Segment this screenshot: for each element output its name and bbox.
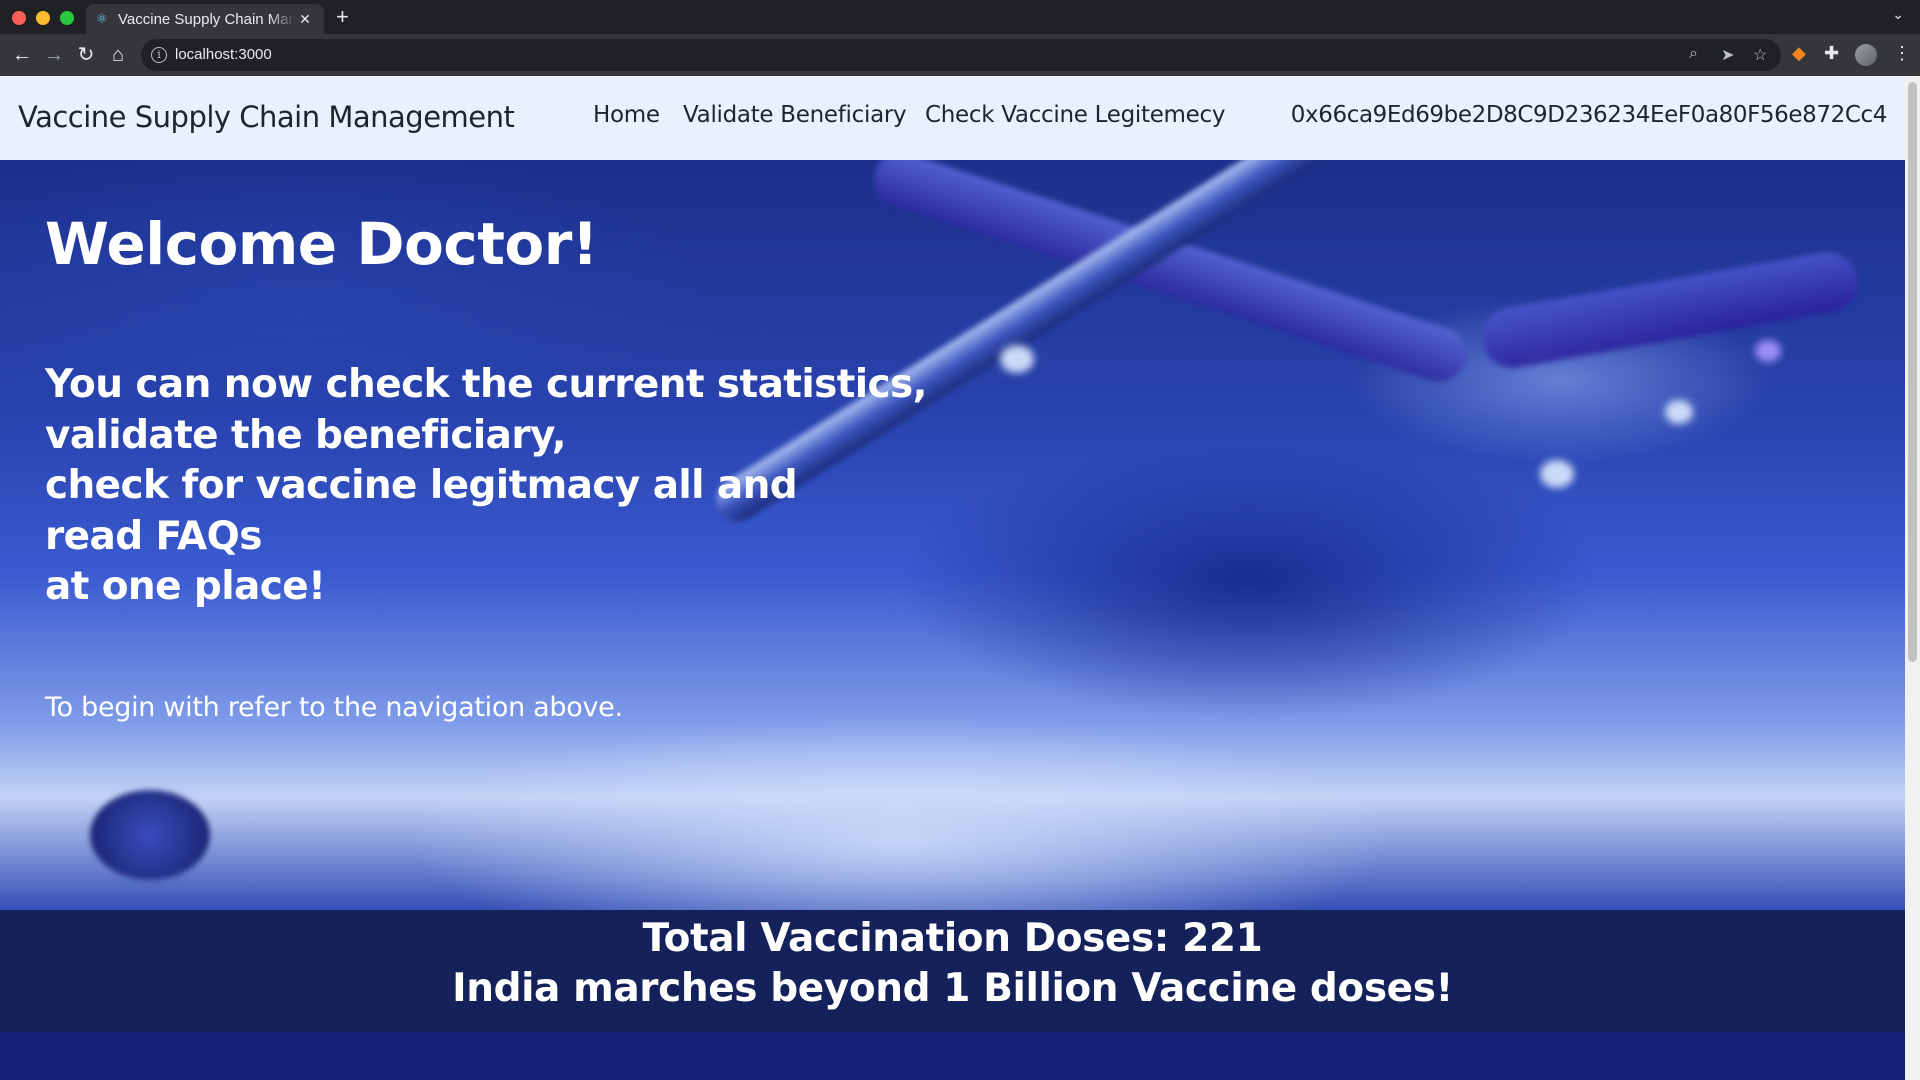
hero-instruction: To begin with refer to the navigation ab… <box>45 692 623 723</box>
home-icon[interactable]: ⌂ <box>106 44 130 66</box>
stats-banner: Total Vaccination Doses: 221 India march… <box>0 910 1905 1032</box>
more-menu-icon[interactable]: ⋮ <box>1893 42 1911 64</box>
send-icon[interactable]: ➤ <box>1721 45 1734 65</box>
lead-line: validate the beneficiary, <box>45 412 567 458</box>
react-icon: ⚛ <box>96 11 108 26</box>
new-tab-button[interactable]: + <box>336 4 349 30</box>
zoom-icon[interactable]: ⌕ <box>1689 45 1698 63</box>
close-window-button[interactable] <box>12 11 26 25</box>
profile-avatar-icon[interactable] <box>1855 44 1877 66</box>
minimize-window-button[interactable] <box>36 11 50 25</box>
stethoscope-chestpiece-image <box>90 790 210 880</box>
app-navbar: Vaccine Supply Chain Management Home Val… <box>0 76 1905 160</box>
url-text[interactable]: localhost:3000 <box>175 46 272 63</box>
lead-line: at one place! <box>45 564 326 609</box>
total-doses-text: Total Vaccination Doses: 221 <box>642 916 1263 961</box>
metamask-fox-icon[interactable]: ◆ <box>1792 42 1806 64</box>
hero-section: Welcome Doctor! You can now check the cu… <box>0 160 1905 910</box>
page-viewport: Vaccine Supply Chain Management Home Val… <box>0 76 1905 1080</box>
maximize-window-button[interactable] <box>60 11 74 25</box>
bookmark-star-icon[interactable]: ☆ <box>1753 45 1767 65</box>
hero-lead-text: You can now check the current statistics… <box>45 360 927 613</box>
navbar-brand[interactable]: Vaccine Supply Chain Management <box>18 100 515 134</box>
light-reflection <box>1755 340 1781 362</box>
welcome-heading: Welcome Doctor! <box>45 210 598 278</box>
address-bar[interactable]: i localhost:3000 ⌕ ➤ ☆ <box>141 39 1781 71</box>
lead-line: read FAQs <box>45 513 262 559</box>
tab-search-chevron-icon[interactable]: ⌄ <box>1892 6 1904 23</box>
lead-line: You can now check the current statistics… <box>45 362 927 407</box>
stethoscope-tube-image <box>1477 247 1863 373</box>
light-reflection <box>1540 460 1574 488</box>
back-icon[interactable]: ← <box>10 44 34 66</box>
browser-tab[interactable]: ⚛ Vaccine Supply Chain Management ✕ <box>86 4 324 34</box>
light-reflection <box>1000 345 1034 373</box>
page-scrollbar[interactable] <box>1905 76 1920 1080</box>
lead-line: check for vaccine legitmacy all and <box>45 463 798 508</box>
scrollbar-thumb[interactable] <box>1908 82 1917 662</box>
tab-title: Vaccine Supply Chain Management <box>118 10 296 28</box>
nav-home-link[interactable]: Home <box>593 102 660 128</box>
tab-close-icon[interactable]: ✕ <box>296 11 314 28</box>
nav-check-vaccine-legitimacy-link[interactable]: Check Vaccine Legitemecy <box>925 102 1225 128</box>
milestone-text: India marches beyond 1 Billion Vaccine d… <box>452 966 1453 1011</box>
footer-band <box>0 1032 1905 1080</box>
extensions-puzzle-icon[interactable]: ✚ <box>1824 42 1839 64</box>
light-reflection <box>1665 400 1693 424</box>
nav-validate-beneficiary-link[interactable]: Validate Beneficiary <box>683 102 907 128</box>
browser-toolbar: ← → ↻ ⌂ i localhost:3000 ⌕ ➤ ☆ ◆ ✚ ⋮ <box>0 34 1920 76</box>
browser-tab-bar: ⚛ Vaccine Supply Chain Management ✕ + ⌄ <box>0 0 1920 34</box>
info-icon[interactable]: i <box>151 47 167 63</box>
forward-icon[interactable]: → <box>42 44 66 66</box>
reload-icon[interactable]: ↻ <box>74 44 98 66</box>
wallet-account-address: 0x66ca9Ed69be2D8C9D236234EeF0a80F56e872C… <box>1290 102 1888 128</box>
